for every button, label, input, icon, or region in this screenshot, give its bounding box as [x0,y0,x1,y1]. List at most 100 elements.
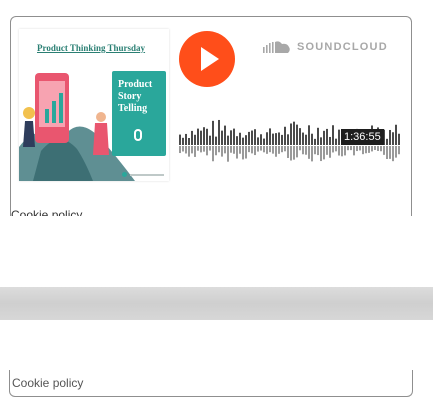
waveform-reflection-bar [182,146,184,152]
waveform-reflection-bar [305,146,307,155]
waveform-reflection-bar [347,146,349,151]
waveform-bar [320,137,322,145]
second-soundcloud-player: Cookie policy [9,370,413,397]
waveform-reflection-bar [368,146,370,153]
waveform-reflection-bar [218,146,220,153]
waveform-reflection-bar [278,146,280,154]
waveform-reflection-bar [260,146,262,151]
waveform-bar [266,132,268,145]
soundcloud-player: Product Thinking Thursday Product Story … [10,16,412,216]
waveform-bar [272,133,274,145]
waveform-reflection-bar [350,146,352,151]
waveform-bar [245,135,247,145]
waveform-bar [326,128,328,145]
waveform-bar [299,128,301,145]
waveform-bar [398,133,400,145]
waveform-reflection-bar [221,146,223,157]
track-artwork[interactable]: Product Thinking Thursday Product Story … [19,29,169,181]
waveform-reflection-bar [266,146,268,154]
waveform-reflection-bar [248,146,250,153]
waveform-reflection-bar [377,146,379,151]
waveform-reflection-bar [257,146,259,152]
waveform-bar [293,121,295,145]
waveform-reflection-bar [215,146,217,156]
waveform-reflection-bar [263,146,265,153]
waveform-bar [305,134,307,145]
waveform-reflection-bar [341,146,343,157]
waveform-bar [260,134,262,145]
soundcloud-cloud-icon [263,41,290,53]
waveform-reflection-bar [329,146,331,158]
waveform-bar [239,132,241,145]
waveform-reflection-bar [374,146,376,151]
play-icon [201,47,219,71]
waveform-bar [392,132,394,145]
section-divider-bar [0,287,433,320]
waveform-bar [215,136,217,145]
waveform-reflection-bar [272,146,274,154]
waveform-bar [185,133,187,145]
waveform-reflection-bar [356,146,358,152]
waveform-reflection-bar [362,146,364,155]
waveform-bar [194,134,196,145]
waveform-reflection-bar [335,146,337,152]
waveform-bar [275,133,277,145]
waveform-reflection-bar [365,146,367,154]
waveform-reflection-bar [338,146,340,156]
waveform-bar [188,138,190,145]
microphone-icon [134,129,142,141]
waveform-reflection-bar [230,146,232,153]
waveform-bar [386,138,388,145]
waveform-reflection-bar [293,146,295,160]
soundcloud-label: SOUNDCLOUD [297,41,388,53]
waveform-reflection-bar [392,146,394,162]
waveform-reflection-bar [308,146,310,159]
waveform-reflection-bar [323,146,325,160]
waveform-bar [287,134,289,145]
waveform-bar [203,127,205,145]
waveform-bar [206,128,208,145]
waveform-reflection-bar [320,146,322,162]
waveform-bar [218,119,220,145]
waveform-bar [200,130,202,145]
cookie-policy-link[interactable]: Cookie policy [11,208,82,216]
play-button[interactable] [179,31,235,87]
waveform-reflection-bar [380,146,382,152]
waveform-reflection-bar [224,146,226,154]
waveform-bar [236,136,238,145]
waveform-reflection-bar [353,146,355,156]
waveform-bar [227,135,229,145]
waveform-reflection-bar [326,146,328,155]
waveform-bar [230,130,232,145]
waveform-reflection-bar [251,146,253,154]
waveform-reflection-bar [188,146,190,157]
waveform-bar [242,137,244,145]
waveform-reflection-bar [383,146,385,155]
waveform-reflection-bar [281,146,283,153]
waveform-bar [317,127,319,145]
waveform-bar [281,134,283,145]
waveform-bar [254,129,256,145]
waveform-reflection-bar [386,146,388,159]
waveform-reflection-bar [290,146,292,161]
waveform-bar [314,138,316,145]
waveform-bar [323,130,325,145]
waveform-reflection-bar [194,146,196,157]
waveform-reflection-bar [332,146,334,153]
waveform-reflection-bar [359,146,361,151]
artwork-footer-line [130,174,164,176]
waveform-bar [290,123,292,145]
waveform-bar [311,133,313,145]
waveform-reflection-bar [209,146,211,151]
soundcloud-brand[interactable]: SOUNDCLOUD [263,39,388,55]
waveform-bar [221,130,223,145]
waveform-bar [389,129,391,145]
waveform-bar [335,138,337,145]
waveform-bar [197,128,199,145]
waveform-bar [338,129,340,145]
waveform-reflection-bar [236,146,238,159]
waveform-bar [233,128,235,145]
second-cookie-policy-link[interactable]: Cookie policy [12,376,83,390]
waveform-reflection-bar [302,146,304,155]
waveform-reflection-bar [254,146,256,156]
